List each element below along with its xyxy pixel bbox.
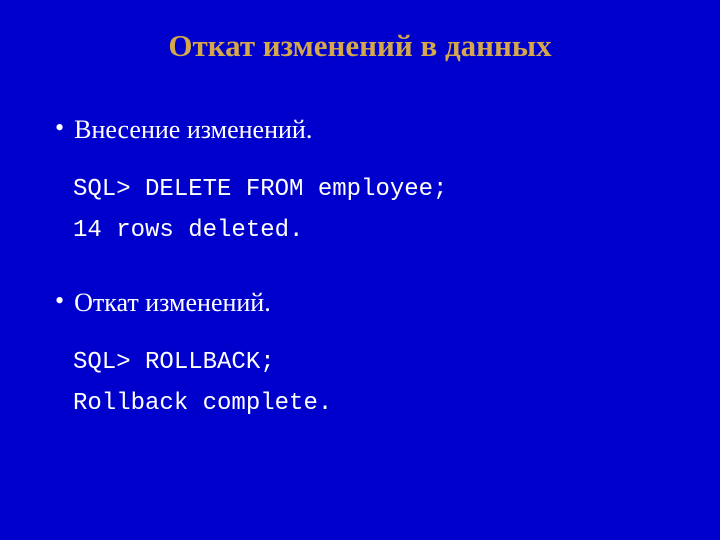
bullet-icon: • [55,115,64,141]
bullet-icon: • [55,288,64,314]
code-block-2: SQL> ROLLBACK; Rollback complete. [55,343,665,425]
code-line: 14 rows deleted. [73,211,665,252]
bullet-text-1: Внесение изменений. [74,114,312,145]
code-line: SQL> DELETE FROM employee; [73,170,665,211]
bullet-text-2: Откат изменений. [74,287,271,318]
slide-title: Откат изменений в данных [0,0,720,64]
slide-body: • Внесение изменений. SQL> DELETE FROM e… [0,64,720,425]
code-line: SQL> ROLLBACK; [73,343,665,384]
code-line: Rollback complete. [73,384,665,425]
code-block-1: SQL> DELETE FROM employee; 14 rows delet… [55,170,665,252]
bullet-item-2: • Откат изменений. [55,287,665,318]
slide: Откат изменений в данных • Внесение изме… [0,0,720,540]
bullet-item-1: • Внесение изменений. [55,114,665,145]
